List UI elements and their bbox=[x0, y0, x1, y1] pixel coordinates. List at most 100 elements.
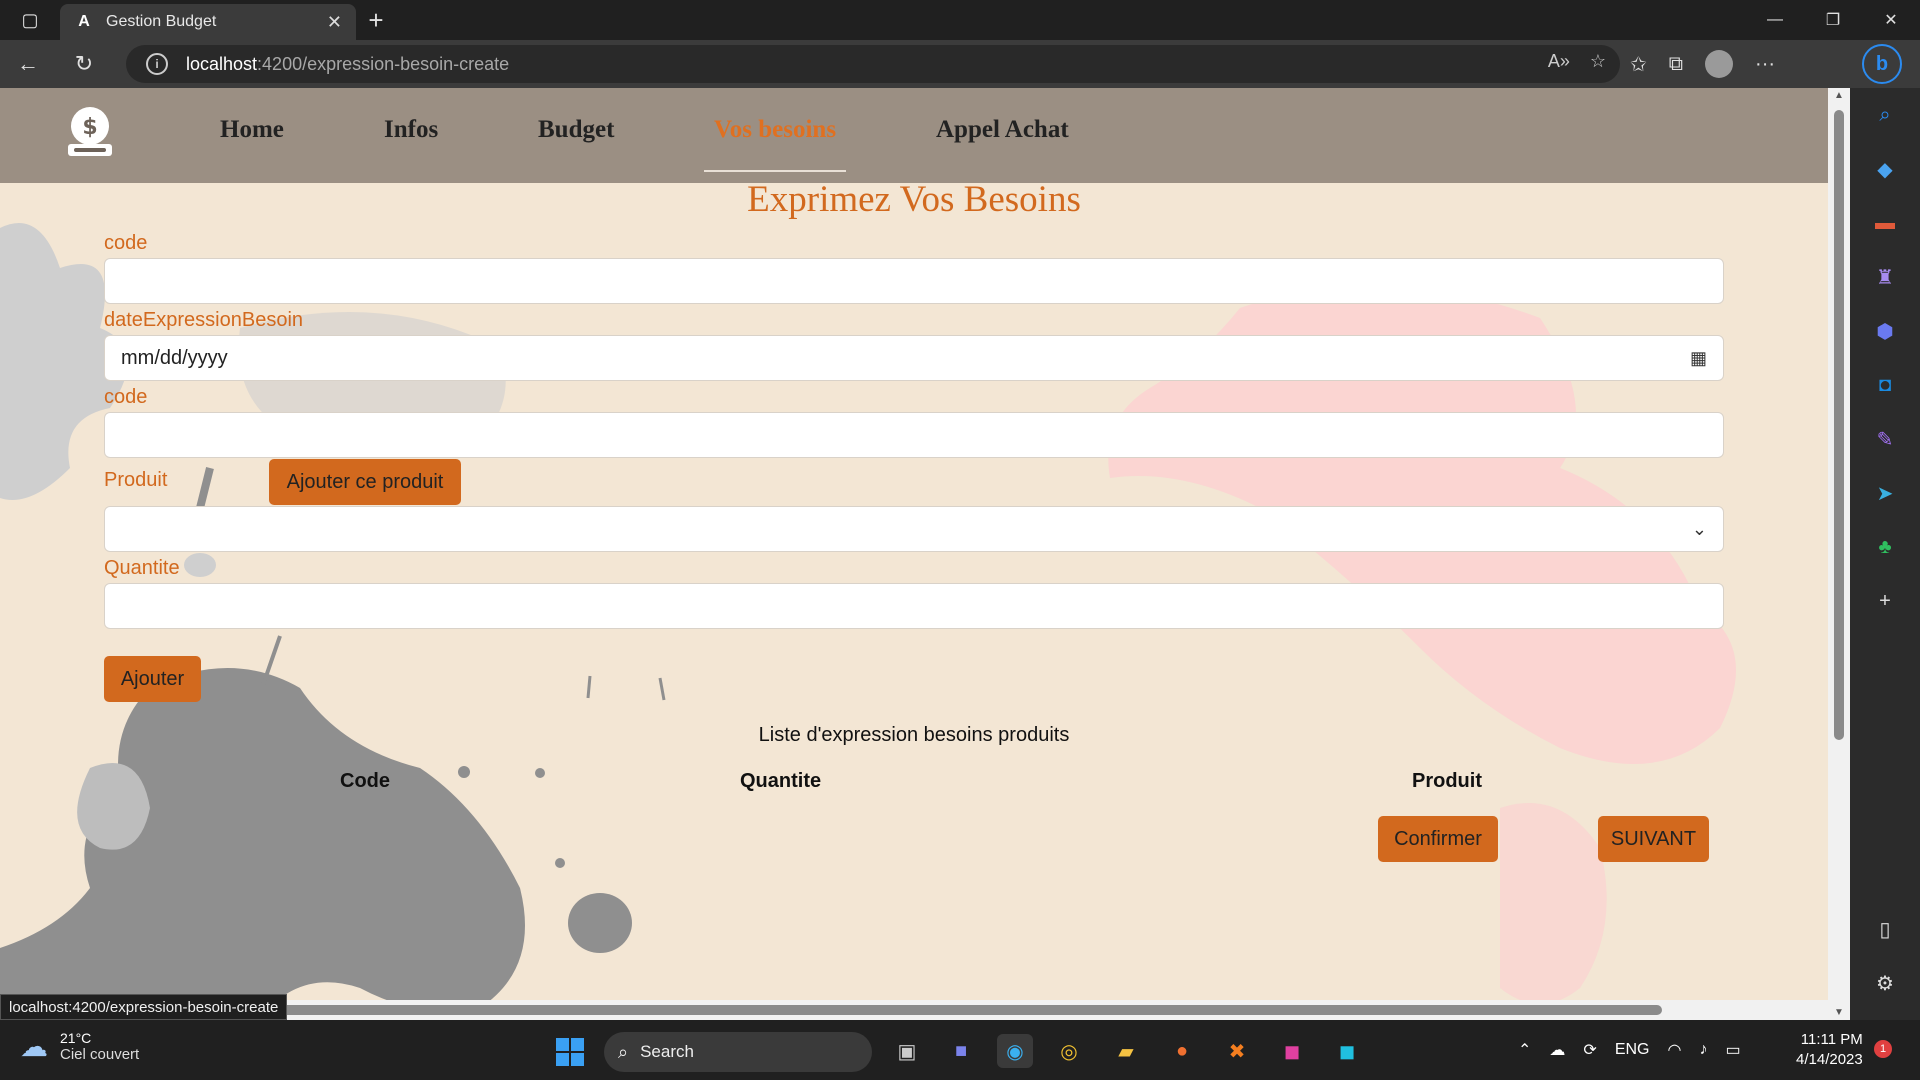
weather-description: Ciel couvert bbox=[60, 1046, 140, 1063]
sidebar-tree-icon[interactable]: ♣ bbox=[1850, 520, 1920, 574]
volume-icon[interactable]: ♪ bbox=[1699, 1041, 1707, 1059]
xampp-icon[interactable]: ✖ bbox=[1219, 1034, 1255, 1068]
weather-temperature: 21°C bbox=[60, 1030, 92, 1046]
sidebar-settings-icon[interactable]: ⚙ bbox=[1850, 956, 1920, 1010]
date-expression-label: dateExpressionBesoin bbox=[104, 309, 304, 331]
ink-splash-background bbox=[0, 88, 1828, 1020]
code2-label: code bbox=[104, 386, 148, 408]
edge-sidebar: ⌕ ◆ ▬ ♜ ⬢ ◘ ✎ ➤ ♣ + ▯ ⚙ bbox=[1850, 88, 1920, 1020]
nav-home[interactable]: Home bbox=[220, 116, 284, 144]
refresh-icon[interactable]: ↻ bbox=[56, 40, 112, 88]
intellij-icon[interactable]: ◼ bbox=[1274, 1034, 1310, 1068]
status-url-tooltip: localhost:4200/expression-besoin-create bbox=[0, 994, 288, 1020]
add-product-button[interactable]: Ajouter ce produit bbox=[269, 459, 461, 505]
calendar-icon[interactable]: ▦ bbox=[1690, 348, 1707, 369]
language-indicator[interactable]: ENG bbox=[1615, 1041, 1650, 1059]
read-aloud-icon[interactable]: A» bbox=[1548, 51, 1570, 72]
onedrive-icon[interactable]: ☁ bbox=[1549, 1040, 1565, 1060]
sidebar-panel-icon[interactable]: ▯ bbox=[1850, 902, 1920, 956]
profile-avatar-icon[interactable] bbox=[1705, 50, 1734, 78]
taskbar-clock[interactable]: 11:11 PM 4/14/2023 bbox=[1796, 1030, 1863, 1070]
collections-icon[interactable]: ⧉ bbox=[1669, 53, 1683, 76]
sidebar-send-icon[interactable]: ➤ bbox=[1850, 466, 1920, 520]
new-tab-icon[interactable]: + bbox=[356, 0, 396, 40]
site-info-icon[interactable]: i bbox=[146, 53, 168, 75]
close-window-icon[interactable]: ✕ bbox=[1862, 0, 1920, 40]
code2-input[interactable] bbox=[104, 412, 1724, 458]
horizontal-scroll-thumb[interactable] bbox=[270, 1005, 1662, 1015]
tab-actions-icon[interactable]: ▢ bbox=[0, 0, 60, 40]
taskbar-search[interactable]: ⌕ Search bbox=[604, 1032, 872, 1072]
sidebar-designer-icon[interactable]: ✎ bbox=[1850, 412, 1920, 466]
system-tray: ⌃ ☁ ⟳ ENG ◠ ♪ ▭ bbox=[1518, 1020, 1741, 1080]
date-placeholder: mm/dd/yyyy bbox=[121, 346, 228, 369]
column-header-code: Code bbox=[340, 770, 390, 792]
sidebar-microsoft365-icon[interactable]: ⬢ bbox=[1850, 304, 1920, 358]
svg-text:$: $ bbox=[82, 115, 97, 140]
window-controls: — ❐ ✕ bbox=[1746, 0, 1920, 40]
vertical-scroll-thumb[interactable] bbox=[1834, 110, 1844, 740]
clock-time: 11:11 PM bbox=[1800, 1031, 1863, 1048]
bing-copilot-icon[interactable]: b bbox=[1862, 44, 1902, 84]
sidebar-tools-icon[interactable]: ▬ bbox=[1850, 196, 1920, 250]
close-tab-icon[interactable]: ✕ bbox=[327, 12, 342, 33]
sidebar-add-icon[interactable]: + bbox=[1850, 574, 1920, 628]
clock-date: 4/14/2023 bbox=[1796, 1051, 1863, 1068]
nav-infos[interactable]: Infos bbox=[384, 116, 438, 144]
page-viewport: $ Home Infos Budget Vos besoins Appel Ac… bbox=[0, 88, 1828, 1020]
back-icon[interactable]: ← bbox=[0, 40, 56, 88]
taskbar-search-label: Search bbox=[640, 1042, 694, 1061]
sync-icon[interactable]: ⟳ bbox=[1583, 1040, 1596, 1060]
browser-tab[interactable]: A Gestion Budget ✕ bbox=[60, 4, 356, 40]
nav-vos-besoins[interactable]: Vos besoins bbox=[714, 116, 836, 144]
webstorm-icon[interactable]: ◼ bbox=[1329, 1034, 1365, 1068]
sidebar-outlook-icon[interactable]: ◘ bbox=[1850, 358, 1920, 412]
confirmer-button[interactable]: Confirmer bbox=[1378, 816, 1498, 862]
quantite-label: Quantite bbox=[104, 557, 180, 579]
minimize-icon[interactable]: — bbox=[1746, 0, 1804, 40]
produit-select[interactable]: ⌄ bbox=[104, 506, 1724, 552]
battery-icon[interactable]: ▭ bbox=[1725, 1040, 1740, 1060]
code-label: code bbox=[104, 232, 148, 254]
scroll-down-icon[interactable]: ▼ bbox=[1828, 1007, 1850, 1018]
date-expression-input[interactable]: mm/dd/yyyy ▦ bbox=[104, 335, 1724, 381]
suivant-button[interactable]: SUIVANT bbox=[1598, 816, 1709, 862]
angular-favicon-icon: A bbox=[78, 13, 90, 30]
sidebar-search-icon[interactable]: ⌕ bbox=[1850, 88, 1920, 142]
edge-icon[interactable]: ◉ bbox=[997, 1034, 1033, 1068]
sidebar-shopping-icon[interactable]: ◆ bbox=[1850, 142, 1920, 196]
wifi-icon[interactable]: ◠ bbox=[1667, 1040, 1681, 1060]
more-options-icon[interactable]: ··· bbox=[1755, 53, 1775, 76]
task-view-icon[interactable]: ▣ bbox=[889, 1034, 925, 1068]
favorites-icon[interactable]: ✩ bbox=[1630, 52, 1647, 77]
quantite-input[interactable] bbox=[104, 583, 1724, 629]
search-icon: ⌕ bbox=[618, 1041, 629, 1062]
app-navbar: $ Home Infos Budget Vos besoins Appel Ac… bbox=[0, 88, 1828, 183]
url-host: localhost bbox=[186, 53, 258, 74]
chrome-icon[interactable]: ◎ bbox=[1051, 1034, 1087, 1068]
column-header-quantite: Quantite bbox=[740, 770, 822, 792]
column-header-produit: Produit bbox=[1412, 770, 1482, 792]
sidebar-games-icon[interactable]: ♜ bbox=[1850, 250, 1920, 304]
notification-badge[interactable]: 1 bbox=[1874, 1040, 1892, 1058]
chevron-up-icon[interactable]: ⌃ bbox=[1518, 1040, 1531, 1060]
chevron-down-icon: ⌄ bbox=[1691, 519, 1707, 539]
nav-budget[interactable]: Budget bbox=[538, 116, 614, 144]
nav-appel-achat[interactable]: Appel Achat bbox=[936, 116, 1069, 144]
teams-icon[interactable]: ■ bbox=[943, 1034, 979, 1068]
page-title: Exprimez Vos Besoins bbox=[747, 179, 1081, 220]
windows-start-icon[interactable] bbox=[556, 1038, 584, 1066]
file-explorer-icon[interactable]: ▰ bbox=[1108, 1034, 1144, 1068]
code-input[interactable] bbox=[104, 258, 1724, 304]
url-field[interactable]: i localhost:4200/expression-besoin-creat… bbox=[126, 45, 1620, 83]
url-path: :4200/expression-besoin-create bbox=[257, 53, 510, 74]
postman-icon[interactable]: ● bbox=[1164, 1034, 1200, 1068]
list-title: Liste d'expression besoins produits bbox=[758, 724, 1070, 746]
add-favorite-icon[interactable]: ☆ bbox=[1590, 51, 1606, 72]
ajouter-button[interactable]: Ajouter bbox=[104, 656, 201, 702]
scroll-up-icon[interactable]: ▲ bbox=[1828, 90, 1850, 101]
weather-widget[interactable]: ☁ 21°C Ciel couvert bbox=[20, 1030, 139, 1063]
budget-logo-icon[interactable]: $ bbox=[62, 104, 118, 160]
maximize-icon[interactable]: ❐ bbox=[1804, 0, 1862, 40]
vertical-scrollbar[interactable]: ▲ ▼ bbox=[1828, 88, 1850, 1020]
